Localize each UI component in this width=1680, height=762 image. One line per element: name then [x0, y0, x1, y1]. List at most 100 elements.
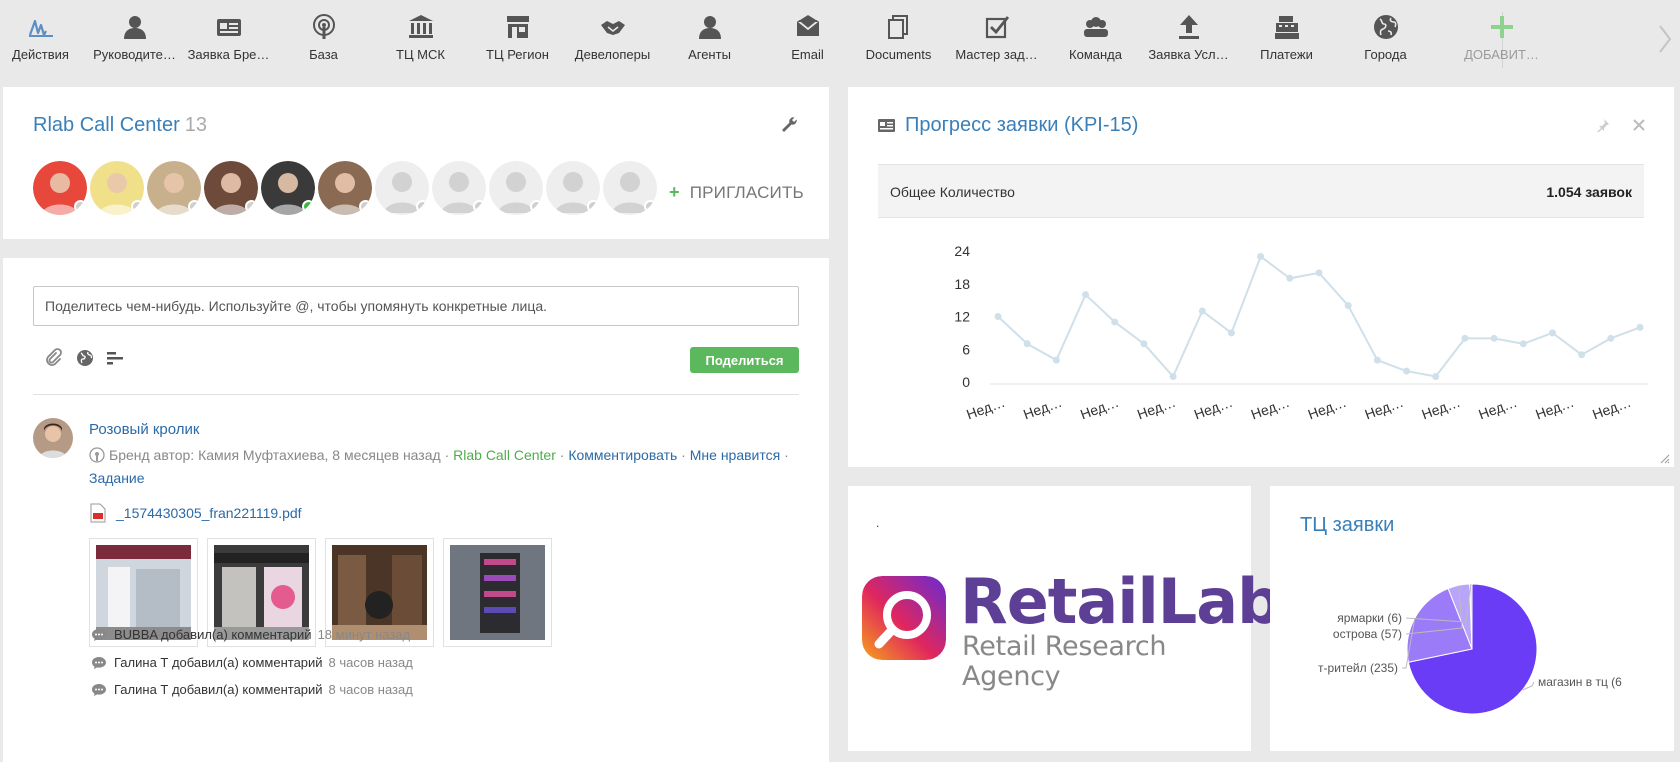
kpi-total-row: Общее Количество 1.054 заявок — [878, 164, 1644, 218]
toolbar-item-label: Заявка Усл… — [1148, 47, 1229, 62]
pie-slice-label: острова (57) — [1333, 627, 1402, 641]
paperclip-icon[interactable] — [43, 348, 63, 368]
team-member-avatar[interactable] — [204, 161, 261, 218]
task-link[interactable]: Задание — [89, 470, 145, 486]
data-point[interactable] — [1461, 334, 1469, 342]
toolbar-item[interactable]: Documents — [848, 12, 949, 62]
data-point[interactable] — [1286, 274, 1294, 282]
poll-icon[interactable] — [105, 348, 125, 368]
data-point[interactable] — [1519, 340, 1527, 348]
data-point[interactable] — [1344, 302, 1352, 310]
kpi-title[interactable]: Прогресс заявки (KPI-15) — [905, 114, 1138, 137]
like-link[interactable]: Мне нравится — [690, 447, 780, 463]
data-point[interactable] — [1432, 373, 1440, 381]
pie-title[interactable]: ТЦ заявки — [1300, 514, 1394, 537]
team-member-avatar[interactable] — [375, 161, 432, 218]
brand-logo-panel: . RetailLab Retail Research Agency — [848, 486, 1281, 751]
team-member-avatar[interactable] — [147, 161, 204, 218]
team-member-avatar[interactable] — [546, 161, 603, 218]
toolbar-next-icon[interactable] — [1656, 22, 1674, 56]
team-title[interactable]: Rlab Call Center — [33, 114, 180, 136]
team-member-avatar[interactable] — [603, 161, 660, 218]
toolbar-item[interactable]: ТЦ МСК — [370, 12, 471, 62]
logo-brand-name: RetailLab — [960, 565, 1281, 638]
toolbar-add-button[interactable]: ДОБАВИТ… — [1451, 12, 1552, 62]
wrench-icon[interactable] — [779, 115, 799, 135]
data-point[interactable] — [1198, 307, 1206, 315]
presence-status-icon — [587, 200, 600, 213]
x-tick-label: Нед… — [1363, 394, 1406, 423]
resize-grip-icon[interactable] — [1658, 451, 1670, 464]
toolbar-item[interactable]: Города — [1335, 12, 1436, 62]
data-point[interactable] — [1111, 318, 1119, 326]
toolbar-item[interactable]: Заявка Бре… — [178, 12, 279, 62]
data-point[interactable] — [1227, 329, 1235, 337]
toolbar-item[interactable]: Команда — [1045, 12, 1146, 62]
pin-icon[interactable] — [1596, 118, 1610, 133]
data-point[interactable] — [1636, 323, 1644, 331]
plus-icon — [1451, 12, 1552, 42]
invite-button[interactable]: + ПРИГЛАСИТЬ — [669, 182, 804, 203]
close-icon[interactable] — [1632, 118, 1646, 132]
pie-slice-label: магазин в тц (6 — [1538, 675, 1622, 689]
team-member-avatar[interactable] — [489, 161, 546, 218]
data-point[interactable] — [1607, 334, 1615, 342]
bank-icon — [370, 12, 471, 42]
comment-bubble-icon — [92, 628, 106, 641]
comment-link[interactable]: Комментировать — [568, 447, 677, 463]
attachment-thumbnail[interactable] — [443, 538, 552, 647]
x-tick-label: Нед… — [1590, 394, 1633, 423]
data-point[interactable] — [994, 313, 1002, 320]
x-tick-label: Нед… — [1021, 394, 1064, 423]
person-icon — [659, 12, 760, 42]
data-point[interactable] — [1169, 373, 1177, 381]
attachment-link[interactable]: _1574430305_fran221119.pdf — [89, 503, 302, 523]
post-meta-prefix: Бренд автор: Камия Муфтахиева, 8 месяцев… — [109, 447, 441, 463]
toolbar-item[interactable]: ТЦ Регион — [467, 12, 568, 62]
toolbar-item[interactable]: Агенты — [659, 12, 760, 62]
comment-entry: Галина Т добавил(а) комментарий 8 часов н… — [91, 682, 413, 697]
share-button[interactable]: Поделиться — [690, 347, 799, 373]
team-member-avatar[interactable] — [432, 161, 489, 218]
pie-slice-label: т-ритейл (235) — [1318, 661, 1398, 675]
team-member-avatar[interactable] — [90, 161, 147, 218]
kpi-total-value: 1.054 заявок — [1546, 184, 1632, 200]
toolbar-item-label: Email — [791, 47, 824, 62]
team-member-avatar[interactable] — [318, 161, 375, 218]
toolbar-item[interactable]: Платежи — [1236, 12, 1337, 62]
toolbar-item[interactable]: Девелоперы — [562, 12, 663, 62]
team-member-avatar[interactable] — [261, 161, 318, 218]
data-point[interactable] — [1257, 252, 1265, 260]
toolbar-item-label: ТЦ Регион — [486, 47, 549, 62]
toolbar-item[interactable]: Действия — [0, 12, 91, 62]
data-point[interactable] — [1140, 340, 1148, 348]
toolbar-item[interactable]: Email — [757, 12, 858, 62]
data-point[interactable] — [1373, 356, 1381, 364]
x-tick-label: Нед… — [1249, 394, 1292, 423]
pdf-file-icon — [90, 503, 106, 523]
toolbar-item[interactable]: Заявка Усл… — [1138, 12, 1239, 62]
post-author-link[interactable]: Розовый кролик — [89, 421, 199, 438]
data-point[interactable] — [1082, 291, 1090, 299]
share-input[interactable] — [33, 286, 799, 326]
toolbar-item[interactable]: Руководите… — [84, 12, 185, 62]
post-group-link[interactable]: Rlab Call Center — [453, 447, 556, 463]
id-card-icon — [878, 119, 895, 132]
toolbar-item[interactable]: База — [273, 12, 374, 62]
toolbar-item-label: Девелоперы — [574, 47, 651, 62]
toolbar-item[interactable]: Мастер зад… — [946, 12, 1047, 62]
data-point[interactable] — [1403, 367, 1411, 375]
data-point[interactable] — [1315, 269, 1323, 277]
team-member-avatar[interactable] — [33, 161, 90, 218]
data-point[interactable] — [1490, 334, 1498, 342]
post-author-avatar[interactable] — [33, 418, 73, 458]
globe-icon[interactable] — [75, 348, 95, 368]
data-point[interactable] — [1023, 340, 1031, 348]
globe-icon — [1335, 12, 1436, 42]
data-point[interactable] — [1052, 356, 1060, 364]
kpi-header: Прогресс заявки (KPI-15) — [878, 114, 1138, 137]
toolbar-add-label: ДОБАВИТ… — [1464, 47, 1539, 62]
store-icon — [467, 12, 568, 42]
data-point[interactable] — [1578, 351, 1586, 359]
data-point[interactable] — [1548, 329, 1556, 337]
